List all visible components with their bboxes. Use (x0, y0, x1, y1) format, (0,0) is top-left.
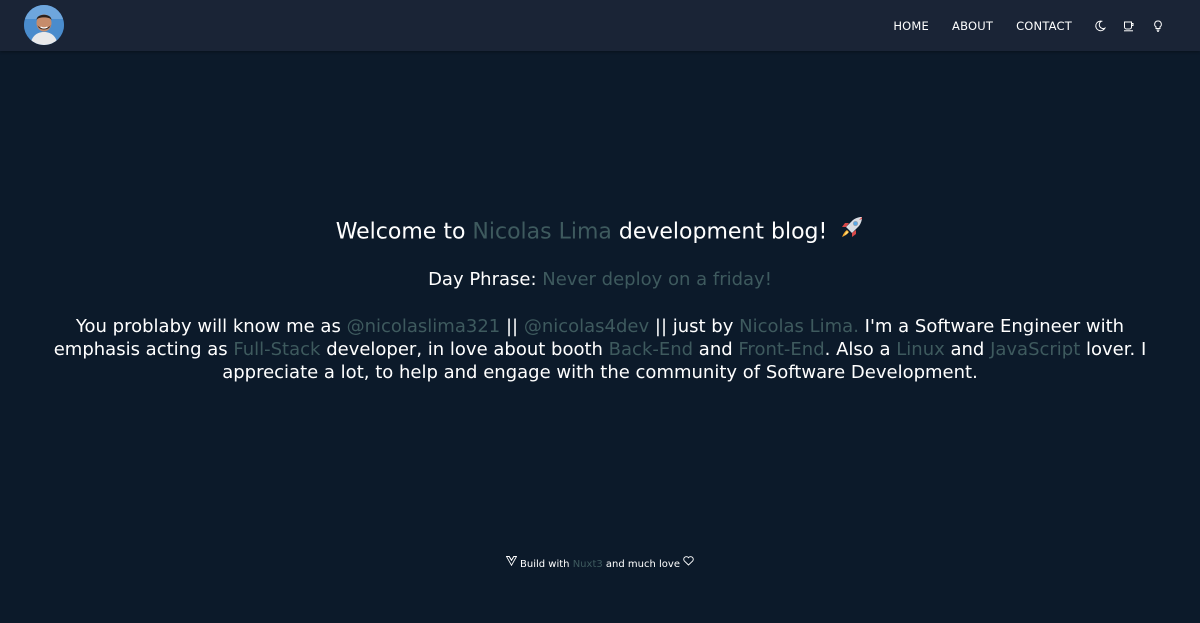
bio-backend: Back-End (608, 339, 694, 360)
top-navbar: HOME ABOUT CONTACT (0, 0, 1200, 51)
bio-text: developer, in love about booth (320, 339, 609, 360)
bio-text: || just by (649, 316, 740, 337)
nav-links: HOME ABOUT CONTACT (870, 0, 1164, 51)
handle-nicolas4dev-link[interactable]: @nicolas4dev (524, 316, 649, 337)
footer-prefix: Build with (516, 559, 573, 570)
footer: Build with Nuxt3 and much love (0, 556, 1200, 573)
nav-contact-link[interactable]: CONTACT (1016, 19, 1072, 33)
welcome-heading: Welcome to Nicolas Lima development blog… (0, 215, 1200, 250)
welcome-prefix: Welcome to (335, 219, 473, 245)
bio-javascript: JavaScript (990, 339, 1081, 360)
bio-text: and (693, 339, 739, 360)
nav-about-link[interactable]: ABOUT (952, 19, 993, 33)
bio-text: || (500, 316, 524, 337)
bio-linux: Linux (896, 339, 945, 360)
main-content: Welcome to Nicolas Lima development blog… (0, 51, 1200, 623)
day-phrase-text: Never deploy on a friday! (542, 269, 772, 290)
bio-text: You problaby will know me as (75, 316, 347, 337)
day-phrase-label: Day Phrase: (428, 269, 543, 290)
bio-name: Nicolas Lima. (739, 316, 859, 337)
lightbulb-icon[interactable] (1152, 20, 1164, 32)
day-phrase: Day Phrase: Never deploy on a friday! (0, 267, 1200, 293)
heart-icon (683, 556, 694, 572)
nuxt3-link[interactable]: Nuxt3 (573, 559, 603, 570)
footer-suffix: and much love (602, 559, 684, 570)
nav-home-link[interactable]: HOME (893, 19, 929, 33)
welcome-suffix: development blog! (611, 219, 828, 245)
bio-fullstack: Full-Stack (233, 339, 321, 360)
avatar[interactable] (24, 5, 64, 45)
handle-nicolaslima321-link[interactable]: @nicolaslima321 (347, 316, 501, 337)
coffee-icon[interactable] (1123, 20, 1135, 32)
bio-text: and (944, 339, 991, 360)
welcome-name: Nicolas Lima (472, 219, 612, 245)
bio-paragraph: You problaby will know me as @nicolaslim… (42, 315, 1158, 384)
rocket-icon (838, 215, 864, 250)
bio-frontend: Front-End (738, 339, 825, 360)
moon-icon[interactable] (1094, 20, 1106, 32)
bio-text: . Also a (824, 339, 897, 360)
vue-icon (505, 556, 518, 572)
